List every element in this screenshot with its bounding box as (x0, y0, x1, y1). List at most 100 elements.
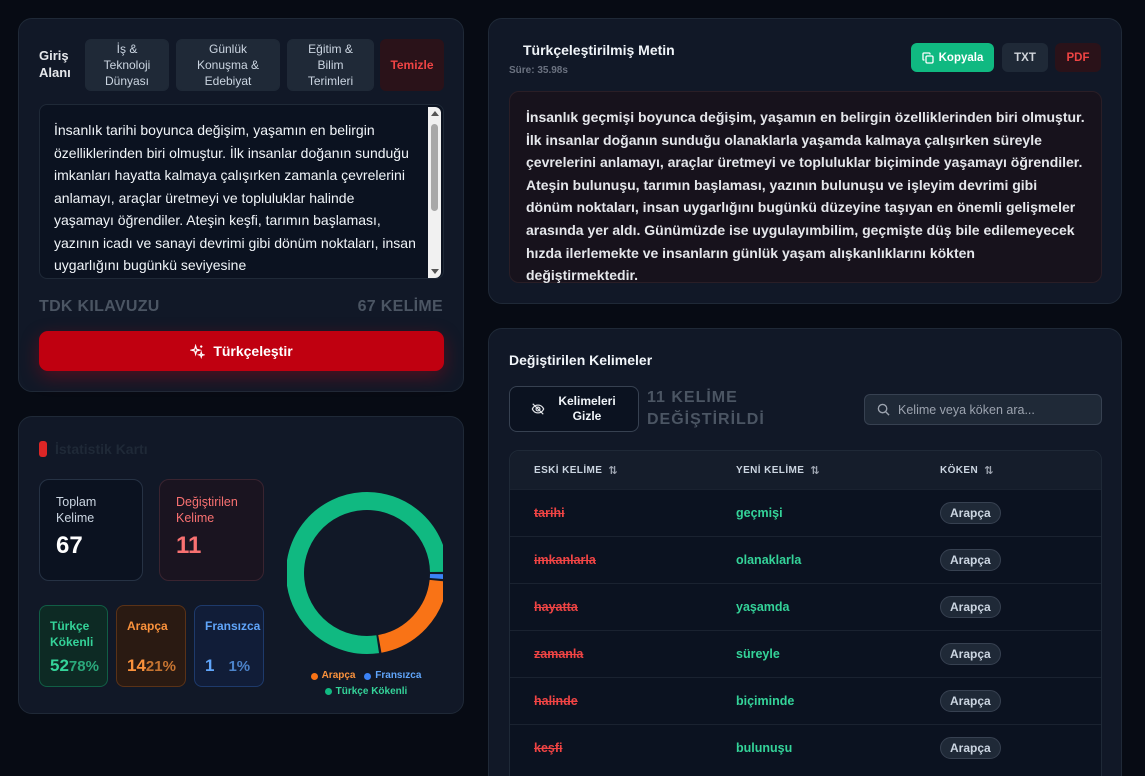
origin-french-percent: 1% (228, 658, 251, 675)
origin-french-count: 1 (205, 656, 215, 675)
origin-arabic-percent: 21% (145, 658, 176, 675)
copy-icon (921, 51, 934, 64)
origin-badge: Arapça (940, 737, 1001, 759)
clear-button[interactable]: Temizle (380, 39, 444, 91)
changed-words-table: ESKİ KELİME ⇅ YENİ KELİME ⇅ KÖKEN ⇅ tari… (509, 450, 1102, 776)
origin-badge: Arapça (940, 690, 1001, 712)
scroll-thumb[interactable] (431, 124, 438, 211)
table-row: tarihi geçmişi Arapça (510, 489, 1101, 536)
legend-label-french: Fransızca (375, 670, 422, 681)
convert-button[interactable]: Türkçeleştir (39, 331, 444, 371)
input-area-label: Giriş Alanı (39, 48, 71, 80)
textarea-scrollbar[interactable] (428, 107, 441, 278)
origin-turkish-box: Türkçe Kökenli 52 78% (39, 605, 108, 687)
stats-card: İstatistik Kartı Toplam Kelime 67 Değişt… (18, 416, 464, 714)
hide-words-button[interactable]: Kelimeleri Gizle (509, 386, 639, 432)
input-textarea[interactable]: İnsanlık tarihi boyunca değişim, yaşamın… (39, 104, 444, 279)
origin-badge: Arapça (940, 643, 1001, 665)
column-old-word[interactable]: ESKİ KELİME ⇅ (510, 464, 712, 477)
column-old-word-label: ESKİ KELİME (534, 464, 603, 476)
tdk-guide-label: TDK KILAVUZU (39, 298, 160, 315)
table-header: ESKİ KELİME ⇅ YENİ KELİME ⇅ KÖKEN ⇅ (510, 451, 1101, 489)
total-words-value: 67 (56, 532, 83, 559)
old-word: tarihi (534, 506, 565, 520)
origin-badge: Arapça (940, 502, 1001, 524)
legend-dot-french (364, 672, 372, 680)
origin-french-label: Fransızca (205, 619, 261, 633)
total-words-label: Toplam Kelime (56, 495, 97, 525)
legend-dot-turkish (324, 688, 332, 695)
stats-title-accent (39, 441, 47, 457)
donut-segment-arapça[interactable] (377, 579, 443, 653)
chart-legend: Arapça Fransızca Türkçe Kökenli (287, 669, 445, 700)
table-row: hayatta yaşamda Arapça (510, 583, 1101, 630)
origin-arabic-box: Arapça 14 21% (116, 605, 186, 687)
origin-badge: Arapça (940, 596, 1001, 618)
new-word: yaşamda (736, 600, 790, 614)
column-new-word-label: YENİ KELİME (736, 464, 805, 476)
scroll-up-icon[interactable] (431, 111, 439, 116)
copy-button[interactable]: Kopyala (911, 43, 994, 72)
column-new-word[interactable]: YENİ KELİME ⇅ (712, 464, 916, 477)
changed-words-title: Değiştirilen Kelimeler (509, 352, 653, 368)
origin-arabic-count: 14 (127, 656, 146, 675)
sort-icon[interactable]: ⇅ (608, 464, 618, 477)
table-row: halinde biçiminde Arapça (510, 677, 1101, 724)
changed-words-value: 11 (176, 532, 202, 559)
origin-french-box: Fransızca 1 1% (194, 605, 264, 687)
output-card: Türkçeleştirilmiş Metin Süre: 35.98s Kop… (488, 18, 1122, 304)
old-word: hayatta (534, 600, 578, 614)
word-count: 67 KELİME (357, 298, 443, 315)
changed-words-label: Değiştirilen Kelime (176, 495, 238, 525)
legend-label-turkish: Türkçe Kökenli (335, 685, 408, 697)
new-word: biçiminde (736, 694, 795, 708)
old-word: halinde (534, 694, 578, 708)
changed-words-box: Değiştirilen Kelime 11 (159, 479, 264, 581)
legend-item-turkish: Türkçe Kökenli (324, 685, 408, 699)
eye-off-icon (531, 403, 545, 415)
export-txt-button[interactable]: TXT (1002, 43, 1048, 72)
category-business-tech-button[interactable]: İş & Teknoloji Dünyası (85, 39, 169, 91)
origin-turkish-percent: 78% (68, 658, 99, 675)
output-duration: Süre: 35.98s (509, 65, 568, 76)
stats-title: İstatistik Kartı (39, 441, 148, 457)
old-word: zamanla (534, 647, 584, 661)
table-row: imkanlarla olanaklarla Arapça (510, 536, 1101, 583)
column-origin-label: KÖKEN (940, 464, 979, 476)
table-row: zamanla süreyle Arapça (510, 630, 1101, 677)
origin-donut-chart (287, 492, 443, 654)
input-text: İnsanlık tarihi boyunca değişim, yaşamın… (54, 122, 416, 273)
scroll-down-icon[interactable] (431, 269, 439, 274)
legend-dot-arabic (310, 672, 318, 680)
new-word: geçmişi (736, 506, 783, 520)
sort-icon[interactable]: ⇅ (984, 464, 994, 477)
word-search-input[interactable] (898, 402, 1088, 417)
column-origin[interactable]: KÖKEN ⇅ (916, 464, 1101, 477)
table-row: keşfi bulunuşu Arapça (510, 724, 1101, 771)
changed-count-label: 11 KELİME DEĞİŞTİRİLDİ (647, 389, 765, 428)
legend-item-french: Fransızca (364, 669, 421, 683)
legend-item-arabic: Arapça (310, 669, 355, 683)
origin-badge: Arapça (940, 549, 1001, 571)
old-word: keşfi (534, 741, 563, 755)
changed-words-card: Değiştirilen Kelimeler Kelimeleri Gizle … (488, 328, 1122, 776)
copy-button-label: Kopyala (938, 51, 984, 64)
new-word: olanaklarla (736, 553, 802, 567)
category-education-science-button[interactable]: Eğitim & Bilim Terimleri (287, 39, 374, 91)
sparkles-icon (190, 343, 206, 359)
stats-title-text: İstatistik Kartı (55, 441, 148, 457)
new-word: süreyle (736, 647, 780, 661)
word-search-field[interactable] (864, 394, 1102, 425)
old-word: imkanlarla (534, 553, 596, 567)
export-pdf-button[interactable]: PDF (1055, 43, 1101, 72)
search-icon (877, 403, 890, 416)
origin-turkish-count: 52 (50, 656, 69, 675)
sort-icon[interactable]: ⇅ (810, 464, 820, 477)
origin-arabic-label: Arapça (127, 619, 168, 633)
hide-words-label: Kelimeleri Gizle (558, 394, 616, 423)
table-body: tarihi geçmişi Arapça imkanlarla olanaklarla… (510, 489, 1101, 771)
total-words-box: Toplam Kelime 67 (39, 479, 143, 581)
input-card: Giriş Alanı İş & Teknoloji Dünyası Günlü… (18, 18, 464, 392)
output-title: Türkçeleştirilmiş Metin (523, 42, 675, 58)
category-daily-literature-button[interactable]: Günlük Konuşma & Edebiyat (176, 39, 280, 91)
